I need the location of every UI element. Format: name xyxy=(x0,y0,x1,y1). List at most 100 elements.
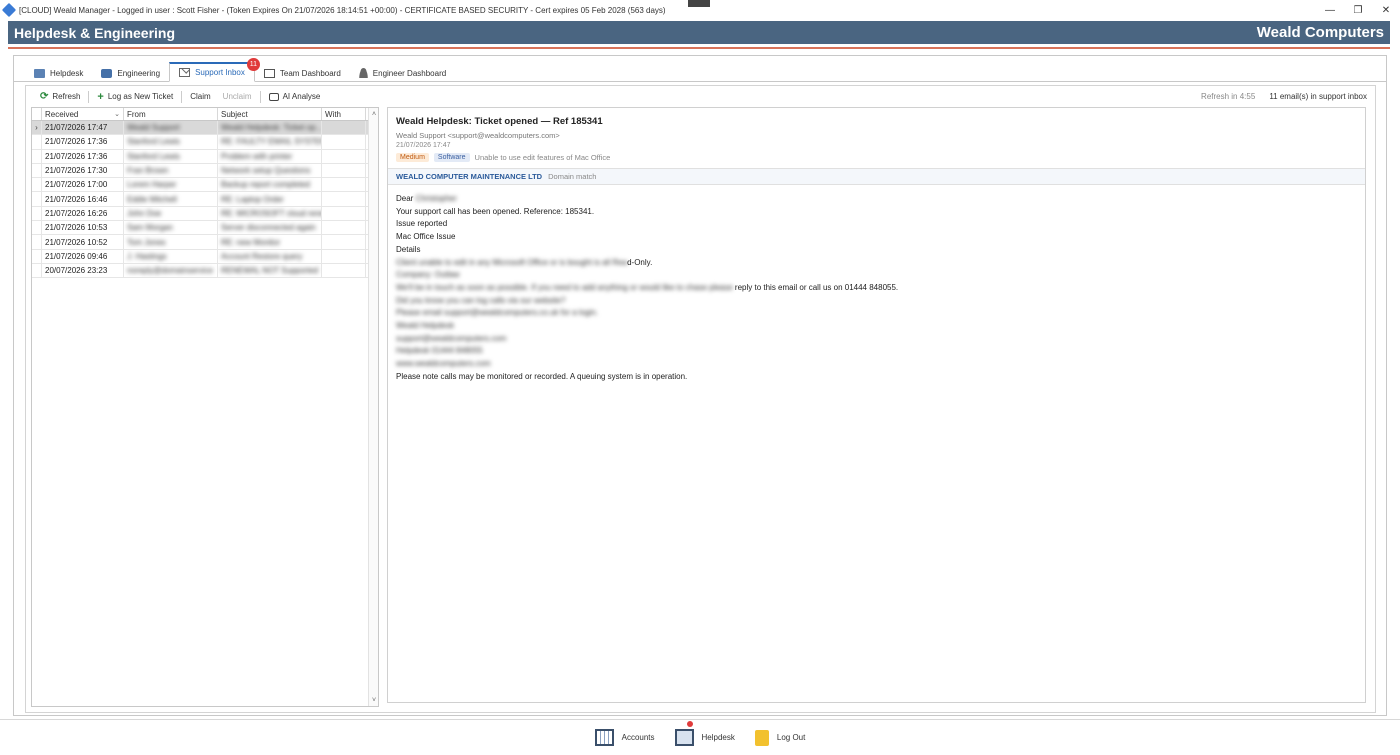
close-button[interactable]: ✕ xyxy=(1372,0,1400,20)
tab-engineer-dashboard[interactable]: Engineer Dashboard xyxy=(350,64,455,82)
inbox-count: 11 email(s) in support inbox xyxy=(1269,92,1367,101)
logout-label: Log Out xyxy=(776,733,806,742)
tab-label: Helpdesk xyxy=(50,68,84,78)
log-new-ticket-button[interactable]: + Log as New Ticket xyxy=(91,89,179,105)
cell-from: Tom Jones xyxy=(127,237,166,247)
lock-icon xyxy=(754,729,769,746)
body-line: We'll be in touch as soon as possible. I… xyxy=(396,282,899,292)
camera-notch xyxy=(688,0,710,7)
table-row[interactable]: 21/07/2026 17:00 Lorem Harper Backup rep… xyxy=(32,178,378,193)
refresh-button[interactable]: ⟳ Refresh xyxy=(34,89,86,105)
tab-label: Engineer Dashboard xyxy=(372,68,447,78)
accounts-button[interactable]: Accounts xyxy=(590,729,660,746)
ai-analyse-button[interactable]: AI Analyse xyxy=(263,89,327,105)
cell-received: 21/07/2026 17:36 xyxy=(42,135,124,149)
column-header-with[interactable]: With xyxy=(322,108,366,120)
body-line: Did you know you can log calls via our w… xyxy=(396,295,566,305)
tab-team-dashboard[interactable]: Team Dashboard xyxy=(255,64,350,82)
cell-with xyxy=(322,263,366,278)
column-header-received[interactable]: Received ⌄ xyxy=(42,108,124,120)
cell-subject: RE: new Monitor xyxy=(221,237,281,247)
claim-label: Claim xyxy=(190,92,211,101)
current-row-icon: › xyxy=(32,121,42,135)
refresh-countdown: Refresh in 4:55 xyxy=(1201,92,1256,101)
restore-button[interactable]: ❐ xyxy=(1344,0,1372,20)
tab-strip: Helpdesk Engineering Support Inbox 11 Te… xyxy=(25,58,455,82)
footer-bar: Accounts Helpdesk Log Out xyxy=(0,719,1400,755)
tab-label: Team Dashboard xyxy=(279,68,341,78)
cell-with xyxy=(322,235,366,249)
cell-received: 21/07/2026 16:26 xyxy=(42,206,124,221)
cell-with xyxy=(322,192,366,206)
helpdesk-label: Helpdesk xyxy=(701,733,735,742)
column-header-from[interactable]: From xyxy=(124,108,218,120)
column-header-subject[interactable]: Subject xyxy=(218,108,322,120)
cell-subject: RE: MICROSOFT cloud renew xyxy=(221,208,322,218)
unclaim-button[interactable]: Unclaim xyxy=(217,89,258,105)
table-row[interactable]: 21/07/2026 09:46 J. Hastings Account Res… xyxy=(32,249,378,264)
cell-subject: Server disconnected again xyxy=(221,223,316,233)
column-header-label: From xyxy=(127,109,146,119)
table-row[interactable]: 21/07/2026 17:36 Stanford Lewis RE: FAUL… xyxy=(32,135,378,150)
cell-from: Fran Brown xyxy=(127,166,169,176)
table-row[interactable]: 21/07/2026 17:36 Stanford Lewis Problem … xyxy=(32,149,378,164)
cell-with xyxy=(322,163,366,178)
cell-from: John Doe xyxy=(127,208,162,218)
body-line: Issue reported xyxy=(396,219,448,229)
table-row[interactable]: 21/07/2026 10:53 Sam Morgan Server disco… xyxy=(32,221,378,236)
email-grid[interactable]: Received ⌄ From Subject With › 21/07/202… xyxy=(31,107,379,707)
cell-from: Stanford Lewis xyxy=(127,151,180,161)
table-row[interactable]: › 21/07/2026 17:47 Weald Support Weald H… xyxy=(32,121,378,136)
table-row[interactable]: 21/07/2026 16:26 John Doe RE: MICROSOFT … xyxy=(32,206,378,222)
table-row[interactable]: 21/07/2026 16:46 Eddie Mitchell RE: Lapt… xyxy=(32,192,378,207)
app-banner: Helpdesk & Engineering Weald Computers xyxy=(8,21,1390,47)
category-badge: Software xyxy=(433,153,470,162)
body-line: Details xyxy=(396,244,421,254)
cell-with xyxy=(322,121,366,135)
column-header-label: Received xyxy=(45,109,79,119)
helpdesk-button[interactable]: Helpdesk xyxy=(670,721,740,746)
match-type: Domain match xyxy=(548,172,597,181)
body-line: Client unable to edit in any Microsoft O… xyxy=(396,257,653,267)
cell-from: Sam Morgan xyxy=(127,223,173,233)
cell-subject: Weald Helpdesk: Ticket op... xyxy=(221,123,322,133)
email-subject: Weald Helpdesk: Ticket opened — Ref 1853… xyxy=(396,116,603,127)
body-line: Please note calls may be monitored or re… xyxy=(396,371,688,381)
table-row[interactable]: 21/07/2026 10:52 Tom Jones RE: new Monit… xyxy=(32,235,378,250)
grid-scrollbar[interactable]: ˄ ˅ xyxy=(368,108,378,706)
support-inbox-panel: ⟳ Refresh + Log as New Ticket Claim Uncl… xyxy=(25,85,1376,713)
inbox-toolbar: ⟳ Refresh + Log as New Ticket Claim Uncl… xyxy=(26,86,1375,107)
cell-received: 21/07/2026 17:00 xyxy=(42,178,124,192)
cell-subject: RENEWAL NOT Supported xyxy=(221,266,319,276)
table-row[interactable]: 21/07/2026 17:30 Fran Brown Network setu… xyxy=(32,163,378,179)
mail-icon xyxy=(179,68,191,77)
body-line: Company: Outlaw xyxy=(396,270,460,280)
cell-received: 21/07/2026 17:47 xyxy=(42,121,124,135)
issue-summary: Unable to use edit features of Mac Offic… xyxy=(474,153,611,162)
cell-subject: Backup report completed xyxy=(221,180,310,190)
cell-with xyxy=(322,249,366,263)
table-row[interactable]: 20/07/2026 23:23 noreply@domainservice R… xyxy=(32,263,378,279)
robot-icon xyxy=(268,92,279,101)
matched-company[interactable]: WEALD COMPUTER MAINTENANCE LTD xyxy=(396,172,542,181)
tab-label: Support Inbox xyxy=(195,68,245,77)
accounts-label: Accounts xyxy=(621,733,655,742)
cell-with xyxy=(322,221,366,235)
tab-support-inbox[interactable]: Support Inbox 11 xyxy=(169,58,260,82)
body-line: Please email support@wealdcomputers.co.u… xyxy=(396,308,598,318)
claim-button[interactable]: Claim xyxy=(184,89,216,105)
scroll-down-icon[interactable]: ˅ xyxy=(369,695,379,705)
window-title-bar: [CLOUD] Weald Manager - Logged in user :… xyxy=(0,0,1400,20)
minimize-button[interactable]: — xyxy=(1316,0,1344,20)
logout-button[interactable]: Log Out xyxy=(750,729,810,746)
tab-helpdesk[interactable]: Helpdesk xyxy=(25,64,92,82)
email-header: Weald Helpdesk: Ticket opened — Ref 1853… xyxy=(388,108,1365,169)
scroll-up-icon[interactable]: ˄ xyxy=(369,109,379,119)
tab-engineering[interactable]: Engineering xyxy=(92,64,169,82)
plus-icon: + xyxy=(97,90,104,103)
helpdesk-icon xyxy=(674,729,694,746)
cell-with xyxy=(322,149,366,163)
cell-from: Stanford Lewis xyxy=(127,137,180,147)
email-body: Dear Christopher Your support call has b… xyxy=(388,185,1365,392)
body-line: www.wealdcomputers.com xyxy=(396,359,491,369)
